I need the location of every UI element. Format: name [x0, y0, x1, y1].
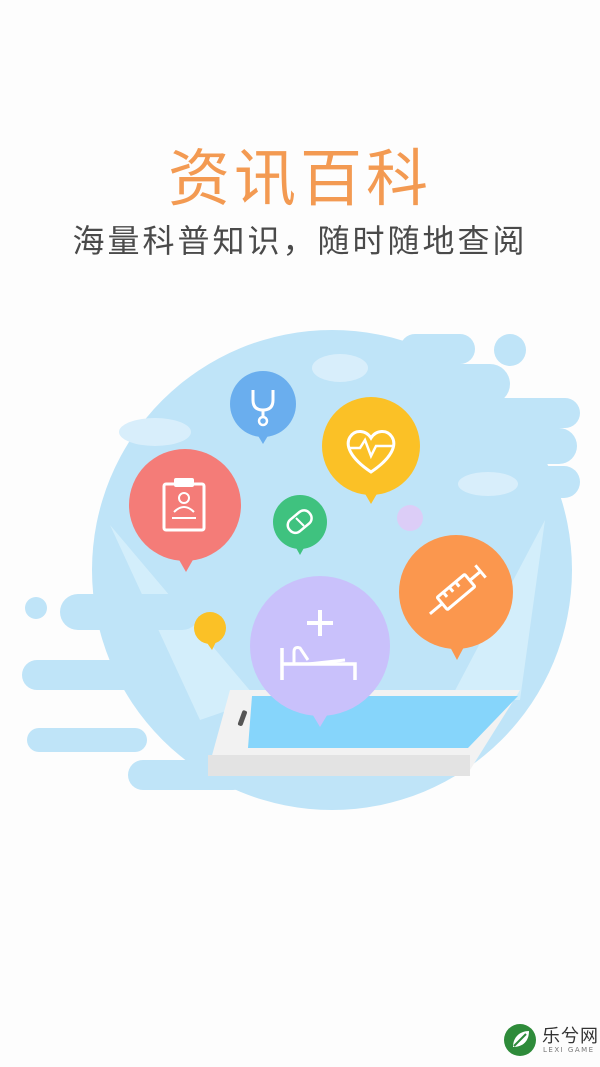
medical-illustration [22, 330, 580, 810]
watermark-subtext: LEXI GAME [543, 1046, 595, 1054]
watermark-logo: 乐兮网 LEXI GAME [502, 1020, 598, 1060]
watermark-text: 乐兮网 [542, 1026, 599, 1047]
decor-dot [397, 505, 423, 531]
smartphone [208, 690, 520, 776]
leaf-icon [504, 1024, 536, 1056]
cloud-dot [25, 597, 47, 619]
decor-dot [194, 612, 226, 644]
page-title: 资讯百科 [167, 142, 432, 215]
cloud-dot [494, 334, 526, 366]
page-subtitle: 海量科普知识，随时随地查阅 [72, 222, 528, 260]
